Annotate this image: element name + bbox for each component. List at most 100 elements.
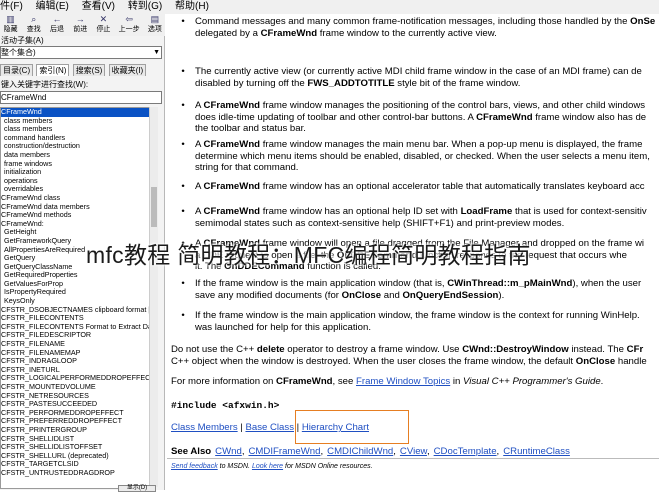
bullet-marker: • — [181, 278, 185, 289]
text-run: frame window has an optional accelerator… — [260, 181, 645, 192]
index-list-item[interactable]: CFSTR_INETURL — [1, 366, 149, 375]
index-list-item[interactable]: CFSTR_FILECONTENTS Format to Extract Dat… — [1, 323, 149, 332]
menu-file[interactable]: 件(F) — [0, 1, 23, 12]
index-list-item[interactable]: GetValuesForProp — [1, 280, 149, 289]
text-run: instead. The — [568, 344, 627, 355]
index-list-item[interactable]: CFrameWnd methods — [1, 211, 149, 220]
comma: , — [320, 446, 324, 457]
comma: , — [393, 446, 396, 457]
menu-view[interactable]: 查看(V) — [82, 1, 115, 12]
tab-favorites[interactable]: 收藏夹(I) — [108, 64, 147, 76]
text-run: CFrameWnd — [276, 376, 333, 387]
see-also-link[interactable]: CMDIFrameWnd — [249, 446, 321, 457]
text-run: determine which menu items should be ena… — [195, 150, 650, 162]
index-list-item[interactable]: class members — [1, 117, 149, 126]
text-run: does idle-time updating of toolbar and o… — [195, 111, 477, 123]
index-list-item[interactable]: CFSTR_FILENAME — [1, 340, 149, 349]
index-list-item[interactable]: GetRequiredProperties — [1, 271, 149, 280]
see-also-link[interactable]: CRuntimeClass — [503, 446, 570, 457]
index-list-item[interactable]: overridables — [1, 185, 149, 194]
index-list-item[interactable]: CFSTR_SHELLURL (deprecated) — [1, 452, 149, 461]
index-list-item[interactable]: CFrameWnd — [1, 108, 149, 117]
menu-help[interactable]: 帮助(H) — [175, 1, 209, 12]
index-list-item[interactable]: operations — [1, 177, 149, 186]
index-list-item[interactable]: CFSTR_PASTESUCCEEDED — [1, 400, 149, 409]
prev-button[interactable]: ⇦ 上一步 — [116, 14, 142, 34]
inline-link[interactable]: Look here — [252, 463, 283, 470]
index-scrollbar[interactable] — [149, 107, 158, 487]
options-button[interactable]: ▤ 选项 — [144, 14, 165, 34]
prev-icon: ⇦ — [125, 14, 133, 24]
footer-divider — [167, 458, 659, 459]
index-list-item[interactable]: CFSTR_UNTRUSTEDDRAGDROP — [1, 469, 149, 478]
index-list-item[interactable]: construction/destruction — [1, 142, 149, 151]
text-run: frame window also has de — [532, 111, 647, 123]
see-also-link[interactable]: CWnd — [215, 446, 242, 457]
index-list-item[interactable]: command handlers — [1, 134, 149, 143]
text-run: semimodal states such as context-sensiti… — [195, 217, 565, 229]
bullet-paragraph-line: string for that command. — [195, 162, 659, 174]
text-run: A — [195, 100, 204, 111]
index-list-item[interactable]: CFSTR_INDRAGLOOP — [1, 357, 149, 366]
tab-search[interactable]: 搜索(S) — [72, 64, 106, 76]
text-run: , see — [332, 376, 357, 387]
stop-button[interactable]: ✕ 停止 — [93, 14, 114, 34]
forward-button[interactable]: → 前进 — [70, 14, 91, 34]
back-icon: ← — [52, 14, 62, 24]
menu-edit[interactable]: 编辑(E) — [36, 1, 69, 12]
scrollbar-thumb[interactable] — [151, 187, 157, 227]
index-list-item[interactable]: CFSTR_PREFERREDDROPEFFECT — [1, 417, 149, 426]
index-list-item[interactable]: initialization — [1, 168, 149, 177]
comma: , — [241, 446, 245, 457]
index-list-item[interactable]: CFSTR_DSOBJECTNAMES clipboard format [M — [1, 306, 149, 315]
index-list-item[interactable]: CFSTR_FILENAMEMAP — [1, 349, 149, 358]
subset-value: 整个集合) — [1, 48, 36, 57]
reference-links: Class Members | Base Class | Hierarchy C… — [171, 422, 659, 434]
base-class-link[interactable]: Base Class — [245, 422, 294, 433]
inline-link[interactable]: Send feedback — [171, 463, 218, 470]
index-list-item[interactable]: frame windows — [1, 160, 149, 169]
show-button[interactable]: 显示(D) — [118, 485, 156, 492]
class-members-link[interactable]: Class Members — [171, 422, 238, 433]
hide-button[interactable]: ▥ 隐藏 — [0, 14, 21, 34]
back-button[interactable]: ← 后退 — [46, 14, 67, 34]
include-directive: #include <afxwin.h> — [171, 400, 280, 411]
bullet-marker: • — [181, 206, 185, 217]
index-list-item[interactable]: CFSTR_TARGETCLSID — [1, 460, 149, 469]
see-also-row: See Also CWnd, CMDIFrameWnd, CMDIChildWnd, C… — [171, 446, 659, 458]
index-list-item[interactable]: CFSTR_PERFORMEDDROPEFFECT — [1, 409, 149, 418]
index-list-item[interactable]: CFSTR_NETRESOURCES — [1, 392, 149, 401]
see-also-link[interactable]: CMDIChildWnd — [327, 446, 393, 457]
index-list-item[interactable]: CFSTR_SHELLIDLISTOFFSET — [1, 443, 149, 452]
index-list-item[interactable]: KeysOnly — [1, 297, 149, 306]
index-list-item[interactable]: CFSTR_LOGICALPERFORMEDDROPEFFECT — [1, 374, 149, 383]
text-run: frame window to the currently active vie… — [317, 27, 497, 39]
index-list-item[interactable]: CFrameWnd data members — [1, 203, 149, 212]
inline-link[interactable]: Frame Window Topics — [356, 376, 450, 387]
index-list-item[interactable]: CFrameWnd: — [1, 220, 149, 229]
note-paragraph-line: Do not use the C++ delete operator to de… — [171, 344, 659, 356]
see-also-link[interactable]: CDocTemplate — [434, 446, 497, 457]
text-run: A — [195, 181, 204, 192]
menu-goto[interactable]: 转到(G) — [128, 1, 162, 12]
tab-contents[interactable]: 目录(C) — [0, 64, 34, 76]
text-run: delegated by a — [195, 27, 261, 39]
locate-button[interactable]: ⌕ 查找 — [23, 14, 44, 34]
index-list-item[interactable]: CFSTR_MOUNTEDVOLUME — [1, 383, 149, 392]
subset-dropdown[interactable]: 整个集合) ▼ — [0, 46, 162, 59]
tab-index[interactable]: 索引(N) — [36, 64, 70, 76]
index-list-item[interactable]: data members — [1, 151, 149, 160]
index-list-item[interactable]: CFSTR_FILECONTENTS — [1, 314, 149, 323]
bullet-paragraph-line: A CFrameWnd frame window manages the pos… — [195, 100, 659, 112]
index-list-item[interactable]: CFrameWnd class — [1, 194, 149, 203]
index-list-item[interactable]: CFSTR_SHELLIDLIST — [1, 435, 149, 444]
text-run: frame window manages the positioning of … — [260, 100, 646, 111]
toolbar: ▥ 隐藏 ⌕ 查找 ← 后退 → 前进 ✕ 停止 ⇦ 上一步 ▤ 选项 — [0, 14, 165, 36]
index-list-item[interactable]: CFSTR_PRINTERGROUP — [1, 426, 149, 435]
bullet-paragraph-line: was launched for help for this applicati… — [195, 322, 659, 334]
index-list-item[interactable]: CFSTR_FILEDESCRIPTOR — [1, 331, 149, 340]
index-list-item[interactable]: class members — [1, 125, 149, 134]
index-list-item[interactable]: IsPropertyRequired — [1, 288, 149, 297]
see-also-link[interactable]: CView — [400, 446, 427, 457]
keyword-input[interactable]: CFrameWnd — [0, 91, 162, 104]
